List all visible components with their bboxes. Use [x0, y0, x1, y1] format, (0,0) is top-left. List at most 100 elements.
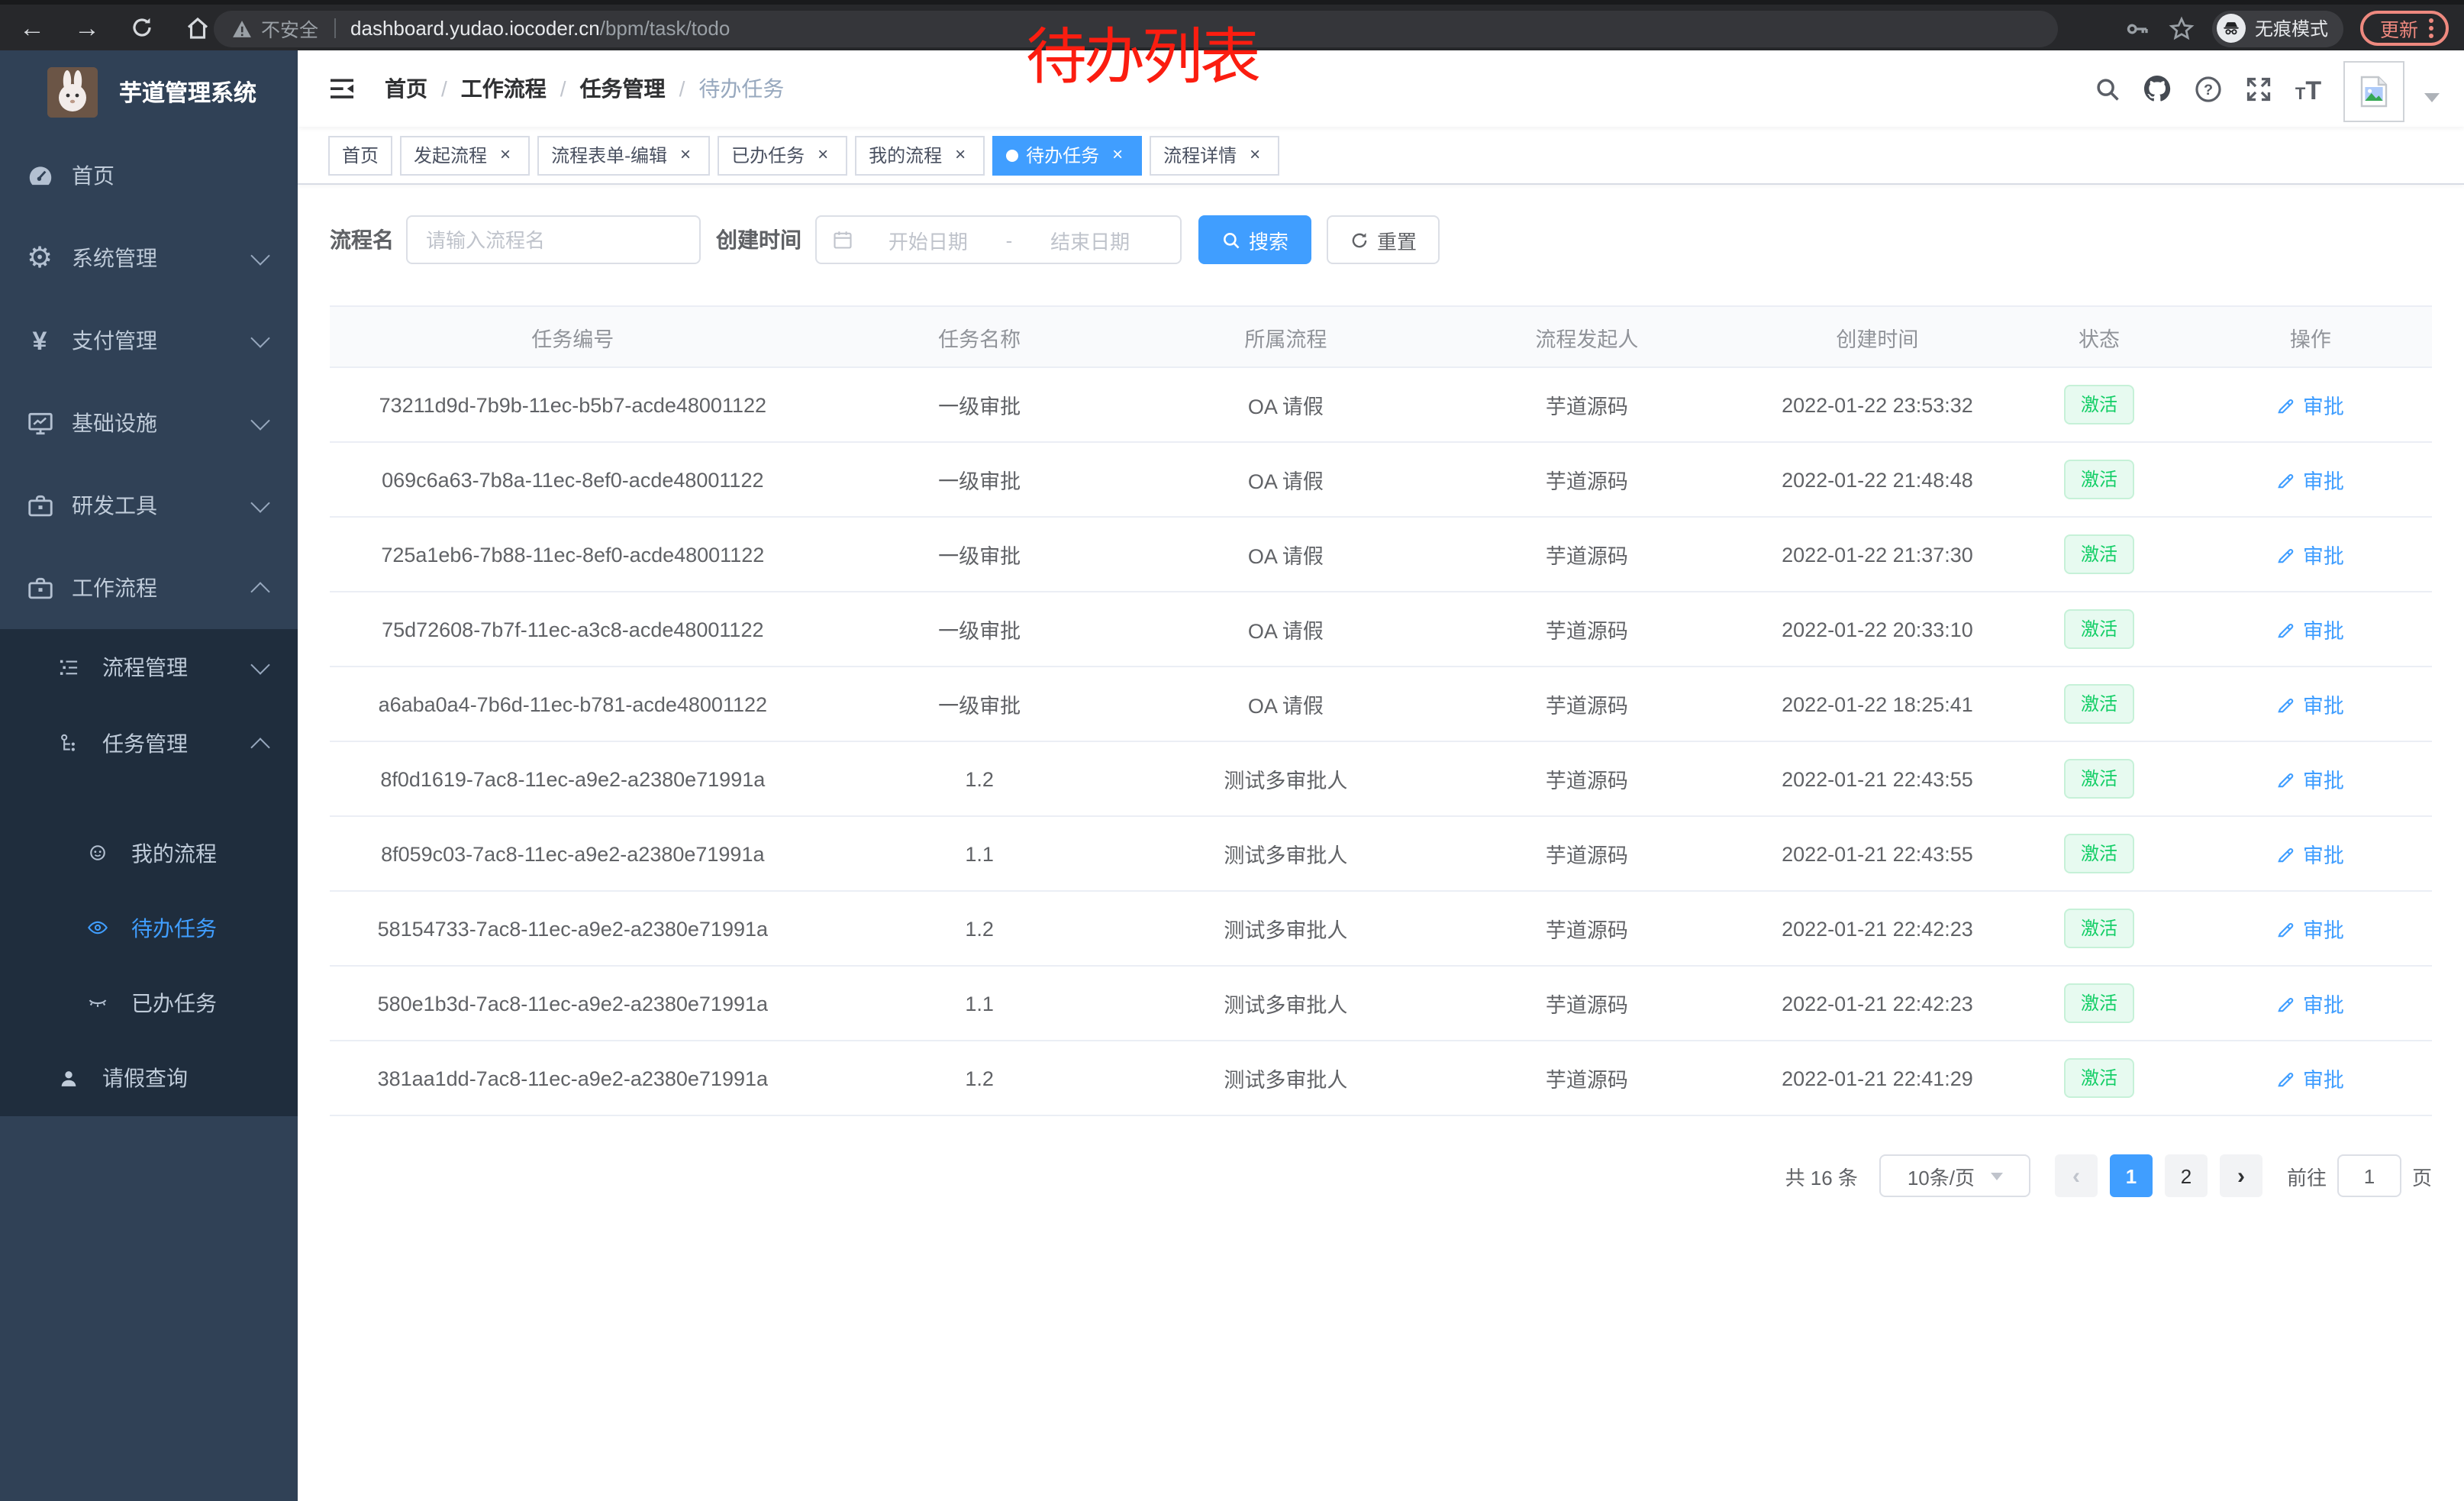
table-row: 73211d9d-7b9b-11ec-b5b7-acde48001122一级审批…	[330, 368, 2432, 443]
status-badge: 激活	[2064, 759, 2134, 799]
action-cell: 审批	[2189, 967, 2432, 1040]
reload-icon[interactable]	[125, 11, 159, 44]
sidebar-item-todo-tasks[interactable]: 待办任务	[0, 890, 298, 965]
sidebar-item-task-management[interactable]: 任务管理	[0, 705, 298, 782]
approve-link[interactable]: 审批	[2277, 689, 2344, 719]
dropdown-caret-icon[interactable]	[2424, 93, 2440, 102]
approve-link[interactable]: 审批	[2277, 464, 2344, 495]
close-icon[interactable]: ×	[950, 144, 971, 166]
sidebar-item-system[interactable]: ⚙ 系统管理	[0, 217, 298, 299]
chevron-up-icon	[250, 581, 269, 600]
created-time-cell: 2022-01-22 18:25:41	[1745, 667, 2009, 741]
more-vertical-icon[interactable]	[2429, 18, 2433, 38]
status-badge: 激活	[2064, 534, 2134, 575]
approve-label: 审批	[2303, 464, 2344, 495]
star-icon[interactable]	[2168, 15, 2195, 42]
date-range-picker[interactable]: 开始日期 - 结束日期	[815, 215, 1182, 264]
sidebar-item-home[interactable]: 首页	[0, 134, 298, 217]
page-button-1[interactable]: 1	[2110, 1154, 2153, 1197]
status-cell: 激活	[2009, 742, 2188, 815]
close-icon[interactable]: ×	[495, 144, 516, 166]
approve-link[interactable]: 审批	[2277, 389, 2344, 420]
task-id-cell: 580e1b3d-7ac8-11ec-a9e2-a2380e71991a	[330, 967, 816, 1040]
approve-link[interactable]: 审批	[2277, 763, 2344, 794]
tab-process-form-edit[interactable]: 流程表单-编辑 ×	[537, 135, 710, 175]
tab-home[interactable]: 首页	[328, 135, 392, 175]
breadcrumb-item-home[interactable]: 首页	[385, 73, 427, 104]
sidebar-item-my-process[interactable]: 我的流程	[0, 815, 298, 890]
close-icon[interactable]: ×	[1244, 144, 1266, 166]
process-cell: 测试多审批人	[1143, 892, 1429, 965]
breadcrumb-item-task-management[interactable]: 任务管理	[580, 73, 666, 104]
incognito-icon	[2217, 14, 2246, 43]
approve-link[interactable]: 审批	[2277, 1063, 2344, 1093]
table-row: 8f059c03-7ac8-11ec-a9e2-a2380e71991a1.1测…	[330, 817, 2432, 892]
process-cell: 测试多审批人	[1143, 1041, 1429, 1115]
search-icon[interactable]	[2091, 73, 2122, 104]
search-button[interactable]: 搜索	[1198, 215, 1311, 264]
fullscreen-icon[interactable]	[2243, 73, 2273, 104]
avatar-image[interactable]	[2343, 61, 2404, 122]
screenshot-annotation: 待办列表	[1026, 8, 1258, 96]
reset-button[interactable]: 重置	[1327, 215, 1440, 264]
workflow-submenu: 流程管理 任务管理	[0, 629, 298, 1116]
sidebar-item-payment[interactable]: ¥ 支付管理	[0, 299, 298, 382]
tab-done-tasks[interactable]: 已办任务 ×	[718, 135, 847, 175]
filter-bar: 流程名 创建时间 开始日期 - 结束日期 搜索	[330, 215, 2432, 264]
edit-pen-icon	[2277, 993, 2297, 1013]
sidebar-item-workflow[interactable]: 工作流程	[0, 547, 298, 629]
sidebar-item-done-tasks[interactable]: 已办任务	[0, 965, 298, 1040]
font-size-icon[interactable]: TT	[2293, 73, 2324, 104]
prev-page-button[interactable]: ‹	[2055, 1154, 2098, 1197]
sidebar-item-label: 工作流程	[72, 573, 157, 603]
tags-view: 首页 发起流程 × 流程表单-编辑 × 已办任务 ×	[298, 127, 2464, 185]
close-icon[interactable]: ×	[812, 144, 834, 166]
next-page-button[interactable]: ›	[2220, 1154, 2262, 1197]
chevron-down-icon	[250, 492, 269, 512]
edit-pen-icon	[2277, 844, 2297, 863]
action-cell: 审批	[2189, 443, 2432, 516]
tab-process-detail[interactable]: 流程详情 ×	[1150, 135, 1279, 175]
tab-start-process[interactable]: 发起流程 ×	[400, 135, 530, 175]
github-icon[interactable]	[2142, 73, 2172, 104]
tab-label: 流程详情	[1163, 137, 1237, 173]
approve-label: 审批	[2303, 1063, 2344, 1093]
task-name-cell: 一级审批	[816, 518, 1143, 591]
back-icon[interactable]: ←	[15, 11, 49, 44]
approve-label: 审批	[2303, 689, 2344, 719]
created-time-cell: 2022-01-22 21:48:48	[1745, 443, 2009, 516]
breadcrumb-item-workflow[interactable]: 工作流程	[461, 73, 547, 104]
edit-pen-icon	[2277, 544, 2297, 564]
tab-todo-tasks[interactable]: 待办任务 ×	[992, 135, 1142, 175]
approve-link[interactable]: 审批	[2277, 838, 2344, 869]
page-button-2[interactable]: 2	[2165, 1154, 2208, 1197]
sidebar-item-leave-query[interactable]: 请假查询	[0, 1040, 298, 1116]
table-row: 580e1b3d-7ac8-11ec-a9e2-a2380e71991a1.1测…	[330, 967, 2432, 1041]
forward-icon[interactable]: →	[70, 11, 104, 44]
home-icon[interactable]	[180, 11, 214, 44]
approve-link[interactable]: 审批	[2277, 539, 2344, 570]
approve-link[interactable]: 审批	[2277, 614, 2344, 644]
security-chip[interactable]: 不安全	[232, 14, 318, 43]
close-icon[interactable]: ×	[1107, 144, 1128, 166]
status-badge: 激活	[2064, 460, 2134, 500]
page-size-select[interactable]: 10条/页	[1879, 1154, 2030, 1197]
sidebar-item-infrastructure[interactable]: 基础设施	[0, 382, 298, 464]
key-icon[interactable]	[2124, 15, 2151, 42]
approve-label: 审批	[2303, 614, 2344, 644]
help-icon[interactable]: ?	[2192, 73, 2223, 104]
sidebar-item-process-management[interactable]: 流程管理	[0, 629, 298, 705]
tab-label: 已办任务	[731, 137, 805, 173]
goto-label: 前往	[2287, 1161, 2327, 1190]
approve-link[interactable]: 审批	[2277, 988, 2344, 1018]
sidebar-item-devtools[interactable]: 研发工具	[0, 464, 298, 547]
tab-my-process[interactable]: 我的流程 ×	[855, 135, 985, 175]
process-name-input[interactable]	[406, 215, 701, 264]
goto-page-input[interactable]	[2337, 1154, 2401, 1197]
approve-link[interactable]: 审批	[2277, 913, 2344, 944]
page-size-value: 10条/页	[1908, 1161, 1975, 1190]
task-name-cell: 1.1	[816, 817, 1143, 890]
close-icon[interactable]: ×	[675, 144, 696, 166]
update-button[interactable]: 更新	[2360, 11, 2449, 46]
hamburger-icon[interactable]	[327, 73, 357, 104]
